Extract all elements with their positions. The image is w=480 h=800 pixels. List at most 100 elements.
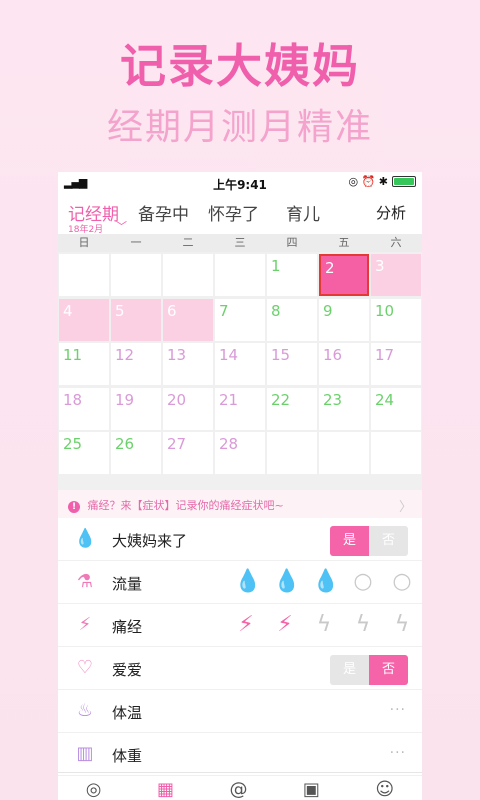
row-label: 体重 (112, 747, 143, 765)
calendar-day[interactable]: 1 (267, 254, 317, 296)
row-temperature[interactable]: ♨ 体温 ··· (58, 690, 422, 733)
calendar-empty (371, 432, 421, 474)
calendar-day[interactable]: 11 (59, 343, 109, 385)
drop-icon[interactable]: ○ (390, 569, 414, 595)
weekday: 日 (78, 236, 90, 249)
calendar-day[interactable]: 16 (319, 343, 369, 385)
calendar-day[interactable]: 18 (59, 387, 109, 430)
chevron-right-icon: 〉 (398, 500, 412, 515)
calendar-day[interactable]: 4 (59, 298, 109, 341)
weekday: 三 (234, 236, 246, 249)
nav-shop-icon[interactable]: ▣ (303, 779, 320, 800)
lightning-icon[interactable]: ϟ (312, 612, 336, 638)
row-label: 大姨妈来了 (112, 532, 188, 550)
calendar-empty (267, 432, 317, 474)
no-button[interactable]: 否 (369, 526, 408, 556)
calendar-day[interactable]: 8 (267, 298, 317, 341)
calendar-day[interactable]: 13 (163, 343, 213, 385)
calendar-empty (59, 254, 109, 296)
calendar-grid: 1 2 3 4 5 6 7 8 9 10 11 12 13 14 15 16 17 18 19 20 21 22 23 24 2… (58, 252, 422, 490)
nav-discover-icon[interactable]: @ (229, 779, 247, 800)
row-label: 爱爱 (112, 661, 143, 679)
weekday: 一 (130, 236, 142, 249)
yes-button[interactable]: 是 (330, 526, 369, 556)
calendar-day[interactable]: 24 (371, 387, 421, 430)
row-period: 💧 大姨妈来了 是 否 (58, 518, 422, 561)
battery-icon (392, 176, 416, 187)
calendar-day[interactable]: 25 (59, 432, 109, 474)
symptom-tip[interactable]: ! 痛经？来【症状】记录你的痛经症状吧~ 〉 (58, 490, 422, 518)
scale-icon: ▥ (76, 743, 94, 764)
drop-icon[interactable]: 💧 (312, 569, 339, 595)
calendar-empty (163, 254, 213, 296)
pain-level: ⚡ ⚡ ϟ ϟ ϟ (234, 612, 414, 638)
more-icon[interactable]: ··· (390, 702, 406, 718)
bottom-nav: ◎ ▦ @ ▣ ☺ (58, 772, 422, 800)
love-toggle: 是 否 (330, 655, 408, 685)
row-pain: ⚡ 痛经 ⚡ ⚡ ϟ ϟ ϟ (58, 604, 422, 647)
calendar-day[interactable]: 20 (163, 387, 213, 430)
calendar-day[interactable]: 9 (319, 298, 369, 341)
row-label: 流量 (112, 575, 143, 593)
calendar-day[interactable]: 26 (111, 432, 161, 474)
promo-subtitle: 经期月测月精准 (106, 107, 373, 148)
drop-icon[interactable]: 💧 (234, 569, 261, 595)
tab-preparing[interactable]: 备孕中 (138, 200, 189, 225)
lightning-icon: ⚡ (78, 614, 92, 635)
analysis-button[interactable]: 分析 (376, 202, 406, 223)
calendar-day[interactable]: 17 (371, 343, 421, 385)
flow-level: 💧 💧 💧 ○ ○ (234, 569, 414, 595)
no-button[interactable]: 否 (369, 655, 408, 685)
calendar-day[interactable]: 15 (267, 343, 317, 385)
tab-parenting[interactable]: 育儿 (286, 200, 320, 225)
tab-pregnant[interactable]: 怀孕了 (208, 200, 259, 225)
calendar-day[interactable]: 23 (319, 387, 369, 430)
promo-title: 记录大姨妈 (120, 39, 360, 93)
calendar-day[interactable]: 19 (111, 387, 161, 430)
nav-home-icon[interactable]: ◎ (86, 779, 102, 800)
nav-profile-icon[interactable]: ☺ (375, 779, 394, 800)
heart-icon: ♡ (76, 657, 94, 678)
lightning-icon[interactable]: ⚡ (234, 612, 258, 638)
lightning-icon[interactable]: ϟ (390, 612, 414, 638)
row-weight[interactable]: ▥ 体重 ··· (58, 733, 422, 776)
calendar-day[interactable]: 3 (371, 254, 421, 296)
calendar-empty (215, 254, 265, 296)
row-flow: ⚗ 流量 💧 💧 💧 ○ ○ (58, 561, 422, 604)
status-icons: ◎ ⏰ ✱ (348, 175, 416, 188)
weekday: 六 (390, 236, 402, 249)
tab-bar: 记经期 18年2月 ﹀ 备孕中 怀孕了 育儿 分析 (58, 194, 422, 235)
calendar-day[interactable]: 12 (111, 343, 161, 385)
period-toggle: 是 否 (330, 526, 408, 556)
calendar-day[interactable]: 14 (215, 343, 265, 385)
calendar-day[interactable]: 28 (215, 432, 265, 474)
yes-button[interactable]: 是 (330, 655, 369, 685)
chevron-down-icon[interactable]: ﹀ (116, 218, 127, 234)
phone-screen: ▂▄▆ 上午9:41 ◎ ⏰ ✱ 记经期 18年2月 ﹀ 备孕中 怀孕了 育儿 … (58, 172, 422, 800)
status-bar: ▂▄▆ 上午9:41 ◎ ⏰ ✱ (58, 172, 422, 194)
row-label: 体温 (112, 704, 143, 722)
month-label[interactable]: 18年2月 (68, 222, 103, 235)
tip-text: 痛经？来【症状】记录你的痛经症状吧~ (87, 499, 284, 512)
nav-calendar-icon[interactable]: ▦ (157, 779, 174, 800)
warning-icon: ! (68, 501, 80, 513)
row-love: ♡ 爱爱 是 否 (58, 647, 422, 690)
calendar-day[interactable]: 10 (371, 298, 421, 341)
calendar-day[interactable]: 7 (215, 298, 265, 341)
more-icon[interactable]: ··· (390, 745, 406, 761)
calendar-day[interactable]: 2 (319, 254, 369, 296)
thermometer-icon: ♨ (76, 700, 94, 721)
calendar-day[interactable]: 5 (111, 298, 161, 341)
drop-icon[interactable]: ○ (351, 569, 375, 595)
lightning-icon[interactable]: ϟ (351, 612, 375, 638)
calendar-day[interactable]: 22 (267, 387, 317, 430)
drop-icon: 💧 (74, 528, 97, 549)
calendar-day[interactable]: 27 (163, 432, 213, 474)
lightning-icon[interactable]: ⚡ (273, 612, 297, 638)
row-label: 痛经 (112, 618, 143, 636)
calendar-day[interactable]: 21 (215, 387, 265, 430)
drop-icon[interactable]: 💧 (273, 569, 300, 595)
weekday-header: 日 一 二 三 四 五 六 (58, 234, 422, 252)
calendar-day[interactable]: 6 (163, 298, 213, 341)
calendar-empty (111, 254, 161, 296)
